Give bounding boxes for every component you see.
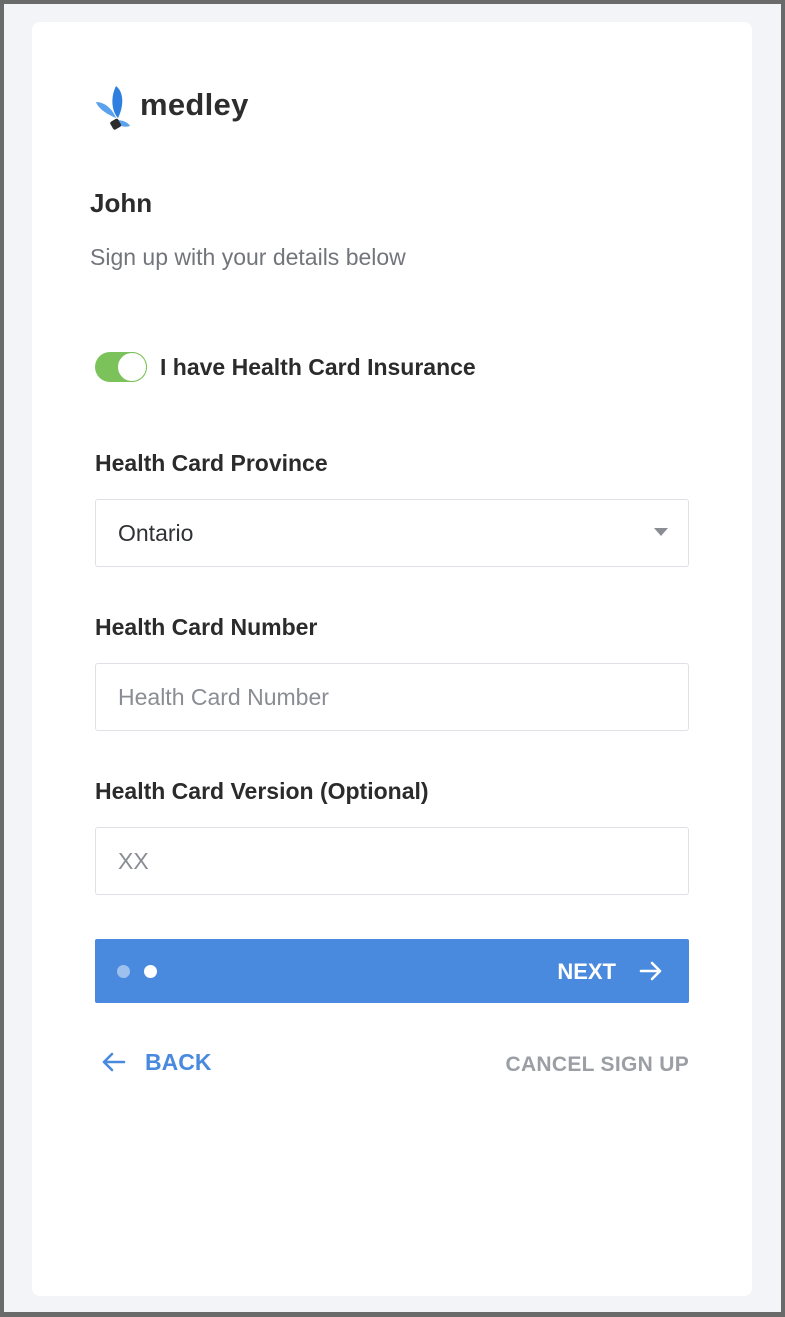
brand-name: medley <box>140 87 249 122</box>
insurance-toggle-row[interactable]: I have Health Card Insurance <box>95 352 476 382</box>
province-select-value: Ontario <box>118 519 194 546</box>
province-label: Health Card Province <box>95 450 328 476</box>
insurance-toggle[interactable] <box>95 352 147 382</box>
back-button-label: BACK <box>145 1048 212 1075</box>
chevron-down-icon <box>654 528 668 536</box>
next-button-label: NEXT <box>557 959 616 984</box>
toggle-knob <box>117 352 147 382</box>
health-card-number-label: Health Card Number <box>95 614 318 640</box>
window-frame: medley John Sign up with your details be… <box>0 0 785 1317</box>
health-card-version-label: Health Card Version (Optional) <box>95 778 429 804</box>
province-select[interactable]: Ontario <box>95 499 689 567</box>
arrow-right-icon <box>639 961 662 981</box>
health-card-number-input[interactable]: Health Card Number <box>95 663 689 731</box>
step-indicator-dot-2 <box>144 965 157 978</box>
insurance-toggle-label: I have Health Card Insurance <box>160 353 476 380</box>
next-button[interactable]: NEXT <box>95 939 689 1003</box>
back-button[interactable]: BACK <box>99 1048 211 1076</box>
health-card-number-placeholder: Health Card Number <box>118 683 329 710</box>
butterfly-logo-icon <box>96 86 130 130</box>
health-card-version-input[interactable]: XX <box>95 827 689 895</box>
page-subtitle: Sign up with your details below <box>90 244 406 270</box>
page-title: John <box>90 188 153 218</box>
step-indicator-dot-1 <box>117 965 130 978</box>
brand-logo: medley <box>94 84 249 130</box>
cancel-signup-link[interactable]: CANCEL SIGN UP <box>506 1053 690 1077</box>
arrow-left-icon <box>102 1052 126 1072</box>
signup-card: medley John Sign up with your details be… <box>32 22 752 1296</box>
health-card-version-placeholder: XX <box>118 847 149 874</box>
